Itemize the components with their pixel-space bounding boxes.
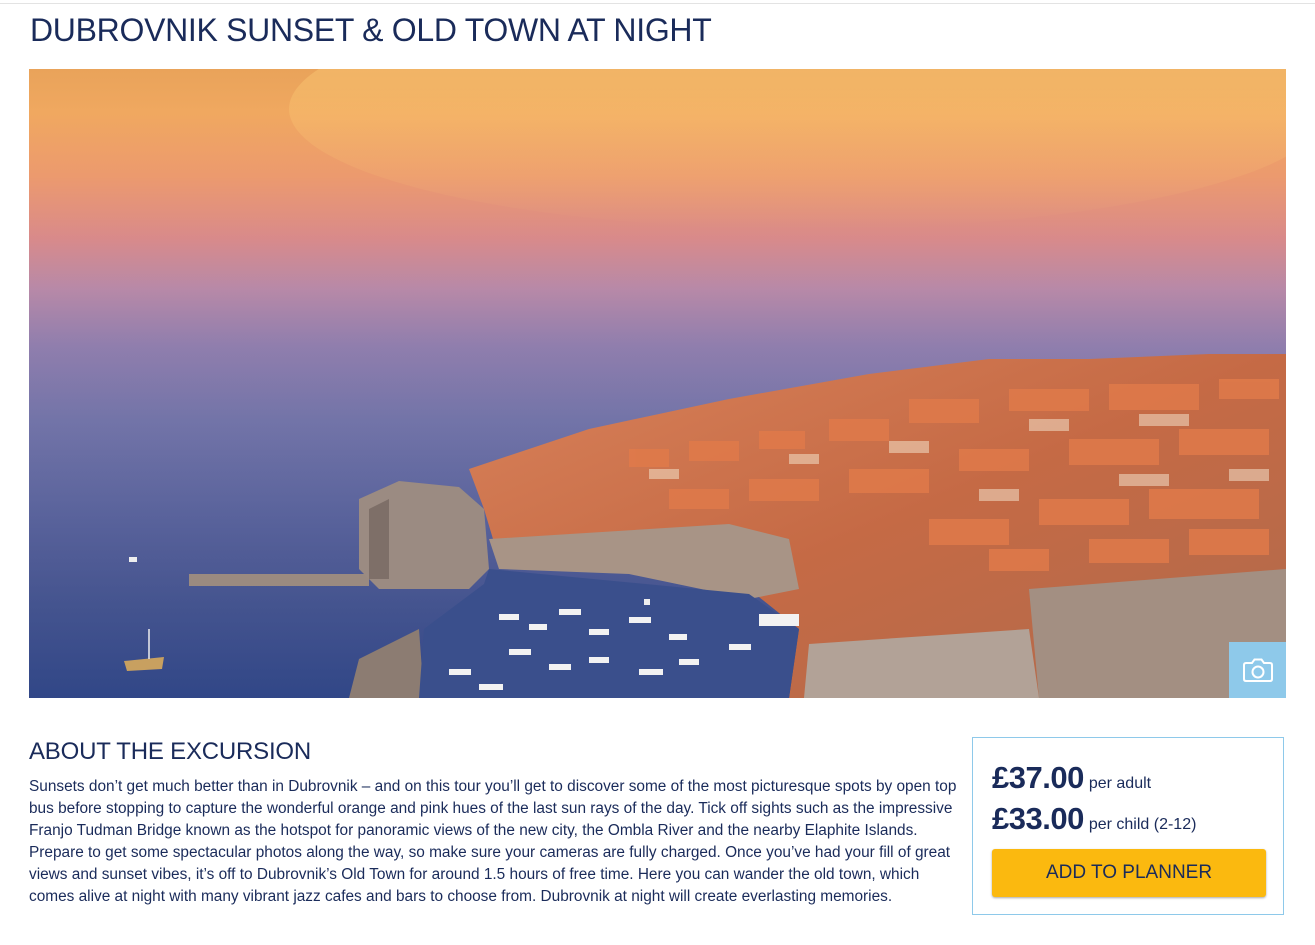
excursion-description: Sunsets don’t get much better than in Du… (29, 778, 957, 905)
hero-illustration (29, 69, 1286, 698)
gallery-button[interactable] (1229, 642, 1286, 698)
child-price-row: £33.00 per child (2-12) (992, 801, 1196, 837)
adult-price-unit: per adult (1088, 775, 1152, 792)
adult-price: £37.00 (992, 760, 1084, 795)
add-to-planner-button[interactable]: ADD TO PLANNER (992, 849, 1266, 897)
child-price-unit: per child (2-12) (1088, 816, 1197, 833)
about-heading: ABOUT THE EXCURSION (29, 738, 312, 765)
top-divider (0, 3, 1315, 4)
price-box: £37.00 per adult £33.00 per child (2-12)… (972, 737, 1284, 915)
hero-image (29, 69, 1286, 698)
camera-icon (1242, 658, 1273, 682)
page-title: DUBROVNIK SUNSET & OLD TOWN AT NIGHT (30, 12, 712, 48)
adult-price-row: £37.00 per adult (992, 760, 1151, 796)
child-price: £33.00 (992, 801, 1084, 836)
